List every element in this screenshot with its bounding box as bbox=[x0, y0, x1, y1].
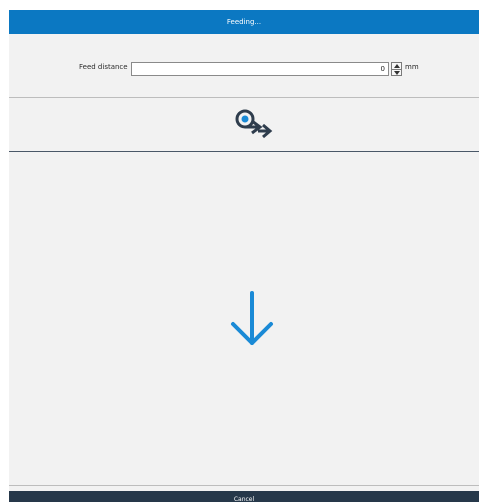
feed-distance-label: Feed distance bbox=[79, 63, 128, 71]
chevron-down-icon bbox=[393, 70, 400, 75]
roll-feed-arrow-icon bbox=[235, 109, 273, 139]
feed-distance-row: Feed distance mm bbox=[9, 34, 479, 98]
feed-distance-input[interactable] bbox=[131, 62, 389, 76]
spin-down-button[interactable] bbox=[392, 69, 401, 75]
feed-distance-spinner[interactable] bbox=[391, 62, 402, 76]
chevron-up-icon bbox=[393, 64, 400, 68]
feed-icon-row bbox=[9, 99, 479, 152]
feeding-dialog: Feeding... Feed distance mm bbox=[9, 10, 479, 502]
arrow-down-icon bbox=[231, 291, 273, 345]
feed-distance-unit: mm bbox=[405, 63, 419, 71]
window-title: Feeding... bbox=[226, 18, 262, 26]
title-bar: Feeding... bbox=[9, 10, 479, 34]
feed-direction-area bbox=[9, 153, 479, 486]
cancel-button[interactable]: Cancel bbox=[9, 491, 479, 502]
